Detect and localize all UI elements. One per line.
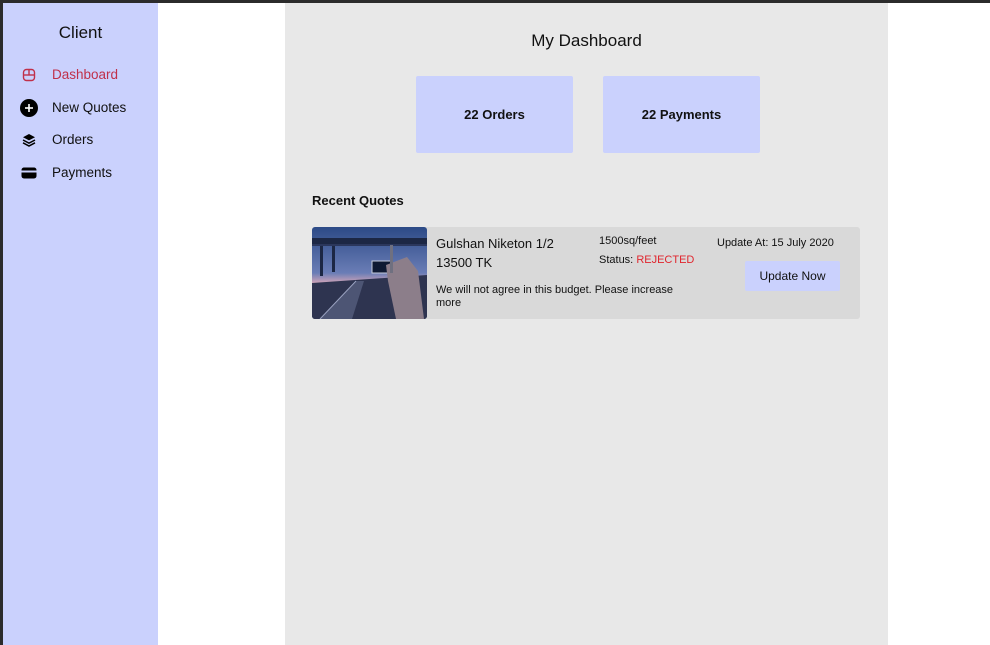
sidebar-item-label: Orders	[52, 132, 94, 147]
quote-card: Gulshan Niketon 1/2 13500 TK We will not…	[312, 227, 860, 319]
recent-quotes-heading: Recent Quotes	[312, 193, 404, 208]
sidebar-item-dashboard[interactable]: Dashboard	[3, 63, 158, 87]
status-badge: REJECTED	[636, 254, 695, 266]
dashboard-icon	[20, 66, 38, 84]
quote-thumbnail	[312, 227, 427, 319]
status-label: Status:	[599, 254, 634, 266]
sidebar-title: Client	[58, 23, 103, 42]
quote-note: We will not agree in this budget. Please…	[436, 284, 674, 309]
quote-updated-at: Update At: 15 July 2020	[717, 237, 834, 249]
plus-circle-icon	[20, 99, 38, 117]
main-content: My Dashboard 22 Orders 22 Payments Recen…	[285, 3, 888, 645]
card-icon	[20, 164, 38, 182]
sidebar-item-new-quotes[interactable]: New Quotes	[3, 96, 158, 120]
quote-status: Status: REJECTED	[599, 254, 694, 266]
sidebar-item-label: Payments	[52, 165, 113, 180]
payments-stat-card[interactable]: 22 Payments	[603, 76, 760, 153]
sidebar-item-label: New Quotes	[52, 100, 127, 115]
page-title: My Dashboard	[531, 31, 642, 50]
sidebar: Client Dashboard New Quotes Orders Payme…	[3, 3, 158, 645]
quote-price: 13500 TK	[436, 255, 493, 270]
sidebar-item-label: Dashboard	[52, 67, 119, 82]
quote-title: Gulshan Niketon 1/2	[436, 236, 554, 251]
orders-stat-card[interactable]: 22 Orders	[416, 76, 573, 153]
sidebar-item-orders[interactable]: Orders	[3, 128, 158, 152]
layers-icon	[20, 131, 38, 149]
quote-area: 1500sq/feet	[599, 235, 657, 247]
update-now-button[interactable]: Update Now	[745, 261, 840, 291]
sidebar-item-payments[interactable]: Payments	[3, 161, 158, 185]
